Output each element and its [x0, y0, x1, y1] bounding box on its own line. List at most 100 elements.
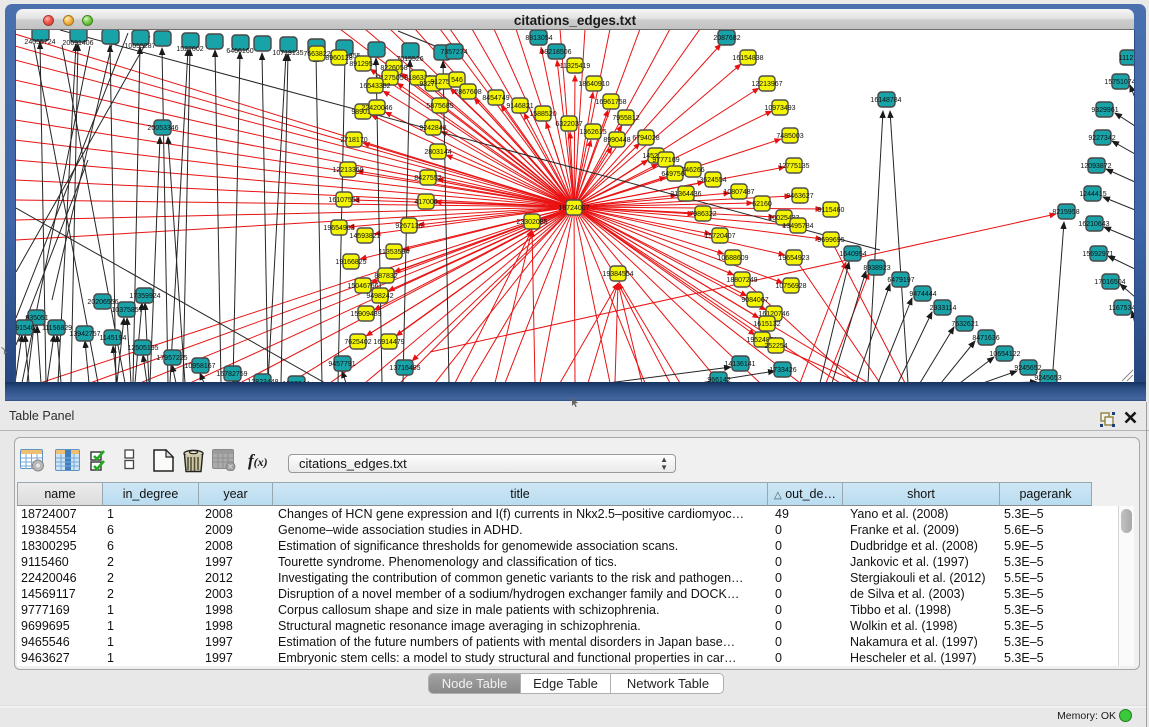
svg-text:7357274: 7357274 [440, 49, 467, 56]
svg-text:10756928: 10756928 [775, 283, 806, 290]
svg-text:887832: 887832 [374, 273, 397, 280]
svg-text:19654963: 19654963 [323, 225, 354, 232]
svg-text:10654122: 10654122 [989, 351, 1020, 358]
svg-text:8938923: 8938923 [863, 265, 890, 272]
svg-text:10719135: 10719135 [272, 50, 303, 57]
svg-text:19218506: 19218506 [540, 49, 571, 56]
svg-text:14593821: 14593821 [349, 233, 380, 240]
svg-text:19166825: 19166825 [335, 259, 366, 266]
svg-text:18640910: 18640910 [578, 81, 609, 88]
svg-text:9457791: 9457791 [328, 361, 355, 368]
svg-text:6479197: 6479197 [887, 277, 914, 284]
svg-text:17957225: 17957225 [156, 355, 187, 362]
svg-text:23302085: 23302085 [516, 219, 547, 226]
svg-text:18807249: 18807249 [726, 277, 757, 284]
svg-text:20053346: 20053346 [147, 125, 178, 132]
svg-text:2803144: 2803144 [424, 149, 451, 156]
svg-text:62160: 62160 [752, 201, 772, 208]
svg-text:10655287: 10655287 [124, 43, 155, 50]
svg-text:9699695: 9699695 [817, 237, 844, 244]
svg-text:8215958: 8215958 [1052, 209, 1079, 216]
svg-text:7632621: 7632621 [951, 321, 978, 328]
svg-text:24055724: 24055724 [24, 39, 55, 46]
svg-text:9146821: 9146821 [506, 103, 533, 110]
svg-text:16148784: 16148784 [870, 97, 901, 104]
svg-text:9474444: 9474444 [909, 291, 936, 298]
svg-text:16543382: 16543382 [359, 83, 390, 90]
svg-text:8912954: 8912954 [349, 61, 376, 68]
svg-text:9242848: 9242848 [419, 125, 446, 132]
svg-text:417006: 417006 [414, 199, 437, 206]
svg-text:16154838: 16154838 [732, 55, 763, 62]
svg-text:6466160: 6466160 [226, 48, 253, 55]
svg-text:10807487: 10807487 [723, 189, 754, 196]
svg-text:16961758: 16961758 [595, 99, 626, 106]
svg-text:16210643: 16210643 [1078, 221, 1109, 228]
svg-text:9227342: 9227342 [1088, 135, 1115, 142]
svg-text:17359924: 17359924 [129, 293, 160, 300]
svg-text:1145194: 1145194 [100, 335, 127, 342]
svg-text:2867608: 2867608 [454, 89, 481, 96]
svg-text:13495784: 13495784 [782, 223, 813, 230]
svg-text:9245653: 9245653 [1034, 375, 1061, 382]
svg-text:18724007: 18724007 [558, 205, 589, 212]
svg-text:16782759: 16782759 [216, 371, 247, 378]
svg-text:15720407: 15720407 [704, 233, 735, 240]
svg-text:8427552: 8427552 [414, 175, 441, 182]
svg-text:16914479: 16914479 [373, 339, 404, 346]
svg-text:9498242: 9498242 [366, 293, 393, 300]
svg-text:10688609: 10688609 [717, 255, 748, 262]
svg-text:20206556: 20206556 [87, 299, 118, 306]
svg-text:1244415: 1244415 [1079, 191, 1106, 198]
svg-text:9463627: 9463627 [786, 193, 813, 200]
svg-text:7625402: 7625402 [344, 339, 371, 346]
svg-text:8990448: 8990448 [603, 137, 630, 144]
svg-text:1588520: 1588520 [529, 111, 556, 118]
svg-text:7955812: 7955812 [612, 115, 639, 122]
svg-text:17016504: 17016504 [1094, 279, 1125, 286]
svg-text:252254: 252254 [764, 343, 787, 350]
svg-text:8454749: 8454749 [482, 95, 509, 102]
svg-text:9329961: 9329961 [1091, 107, 1118, 114]
svg-text:9245652: 9245652 [1014, 365, 1041, 372]
svg-text:6794028: 6794028 [632, 135, 659, 142]
svg-text:9777169: 9777169 [652, 157, 679, 164]
svg-text:11121: 11121 [1119, 55, 1134, 62]
svg-text:13942757: 13942757 [69, 331, 100, 338]
svg-text:1733426: 1733426 [769, 367, 796, 374]
svg-text:10958167: 10958167 [184, 363, 215, 370]
svg-text:8471636: 8471636 [972, 335, 999, 342]
svg-text:13716485: 13716485 [389, 365, 420, 372]
svg-text:546: 546 [451, 77, 463, 84]
svg-text:15692971: 15692971 [1082, 251, 1113, 258]
svg-text:3915405: 3915405 [16, 325, 39, 332]
svg-text:9115460: 9115460 [818, 207, 845, 214]
svg-text:16107553: 16107553 [328, 197, 359, 204]
svg-text:1640954: 1640954 [839, 251, 866, 258]
svg-text:1615132: 1615132 [753, 321, 780, 328]
svg-text:12093872: 12093872 [1080, 163, 1111, 170]
svg-text:8813054: 8813054 [525, 35, 552, 42]
svg-text:5875685: 5875685 [426, 103, 453, 110]
svg-text:22420046: 22420046 [361, 105, 392, 112]
svg-text:2087682: 2087682 [713, 35, 740, 42]
svg-text:20691406: 20691406 [62, 40, 93, 47]
svg-text:7986322: 7986322 [689, 211, 716, 218]
svg-text:11325419: 11325419 [560, 63, 591, 70]
svg-text:12213967: 12213967 [751, 81, 782, 88]
svg-text:10375857: 10375857 [111, 307, 142, 314]
svg-text:11353594: 11353594 [379, 249, 410, 256]
svg-text:9084067: 9084067 [741, 297, 768, 304]
svg-text:2933114: 2933114 [930, 305, 957, 312]
svg-text:1167534: 1167534 [1109, 305, 1134, 312]
svg-text:10973493: 10973493 [764, 105, 795, 112]
svg-text:12505195: 12505195 [127, 345, 158, 352]
svg-text:3624554: 3624554 [699, 177, 726, 184]
svg-text:12213369: 12213369 [332, 167, 363, 174]
svg-text:12775135: 12775135 [778, 163, 809, 170]
svg-text:21364436: 21364436 [670, 191, 701, 198]
svg-text:14136141: 14136141 [724, 361, 755, 368]
svg-text:2718170: 2718170 [340, 137, 367, 144]
svg-text:15909489: 15909489 [350, 311, 381, 318]
svg-text:6322037: 6322037 [555, 121, 582, 128]
